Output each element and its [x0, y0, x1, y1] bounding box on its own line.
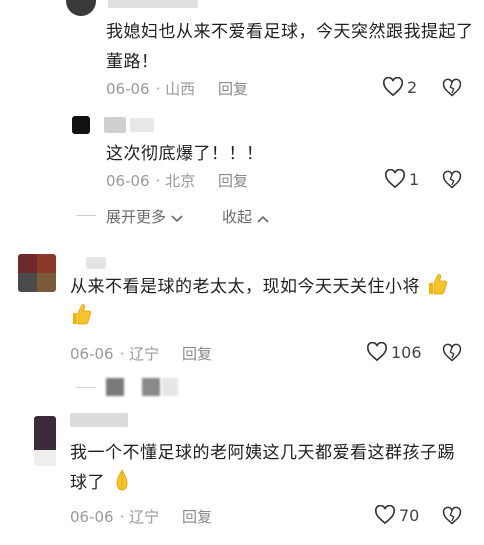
avatar[interactable]: [18, 254, 56, 292]
dislike-icon[interactable]: [442, 78, 462, 98]
collapsed-reply-avatar: [162, 378, 178, 396]
comment-date: 06-06: [106, 80, 150, 98]
avatar[interactable]: [72, 116, 90, 134]
reply-date: 06-06: [106, 172, 150, 190]
reply-text: 这次彻底爆了！！！: [106, 144, 264, 164]
comment-text: 我媳妇也从来不爱看足球，今天突然跟我提起了董路！: [106, 22, 474, 72]
username-blurred: [130, 118, 154, 132]
comment-location: 辽宁: [129, 508, 160, 526]
reply-button[interactable]: 回复: [218, 170, 248, 191]
username-blurred: [108, 0, 198, 8]
dislike-icon[interactable]: [442, 170, 462, 190]
like-count: 70: [399, 505, 420, 525]
chevron-up-icon: [257, 209, 269, 227]
comment-location: 辽宁: [129, 345, 160, 363]
username-blurred: [86, 257, 106, 269]
heart-icon: [366, 342, 388, 362]
username-blurred: [70, 413, 128, 427]
collapse-label: 收起: [222, 208, 253, 226]
avatar[interactable]: [66, 0, 96, 16]
expand-more-label: 展开更多: [106, 208, 167, 226]
chevron-down-icon: [171, 209, 183, 227]
comment-date: 06-06: [70, 345, 114, 363]
heart-icon: [384, 169, 406, 189]
comment-location: 山西: [165, 80, 196, 98]
like-button[interactable]: 2: [382, 77, 417, 97]
thread-divider: [76, 387, 96, 388]
reply-location: 北京: [165, 172, 196, 190]
like-button[interactable]: 1: [384, 169, 419, 189]
comment-meta: 06-06 · 辽宁: [70, 508, 160, 526]
collapsed-reply-avatar: [106, 378, 124, 396]
collapsed-reply-avatar: [142, 378, 160, 396]
reply-button[interactable]: 回复: [182, 343, 212, 364]
praying-hands-icon: [111, 468, 133, 492]
comment-text-content: 从来不看是球的老太太，现如今天天关住小将: [70, 277, 420, 297]
avatar[interactable]: [34, 416, 56, 466]
heart-icon: [374, 505, 396, 525]
thread-divider: [76, 215, 96, 216]
like-count: 106: [391, 342, 422, 362]
dislike-icon[interactable]: [442, 506, 462, 526]
comment-text: 从来不看是球的老太太，现如今天天关住小将: [70, 272, 470, 332]
thumbs-up-icon: [426, 272, 448, 296]
expand-more-button[interactable]: 展开更多: [106, 206, 183, 227]
dislike-icon[interactable]: [442, 343, 462, 363]
thumbs-up-icon: [70, 302, 92, 326]
reply-button[interactable]: 回复: [182, 506, 212, 527]
like-count: 2: [407, 77, 418, 97]
like-button[interactable]: 70: [374, 505, 419, 525]
like-count: 1: [409, 169, 420, 189]
collapse-button[interactable]: 收起: [222, 206, 269, 227]
reply-meta: 06-06 · 北京: [106, 172, 196, 190]
like-button[interactable]: 106: [366, 342, 422, 362]
comment-meta: 06-06 · 辽宁: [70, 345, 160, 363]
comment-text: 我一个不懂足球的老阿姨这几天都爱看这群孩子踢球了: [70, 438, 465, 498]
reply-button[interactable]: 回复: [218, 78, 248, 99]
comment-date: 06-06: [70, 508, 114, 526]
heart-icon: [382, 77, 404, 97]
username-blurred: [104, 117, 126, 133]
comment-meta: 06-06 · 山西: [106, 80, 196, 98]
